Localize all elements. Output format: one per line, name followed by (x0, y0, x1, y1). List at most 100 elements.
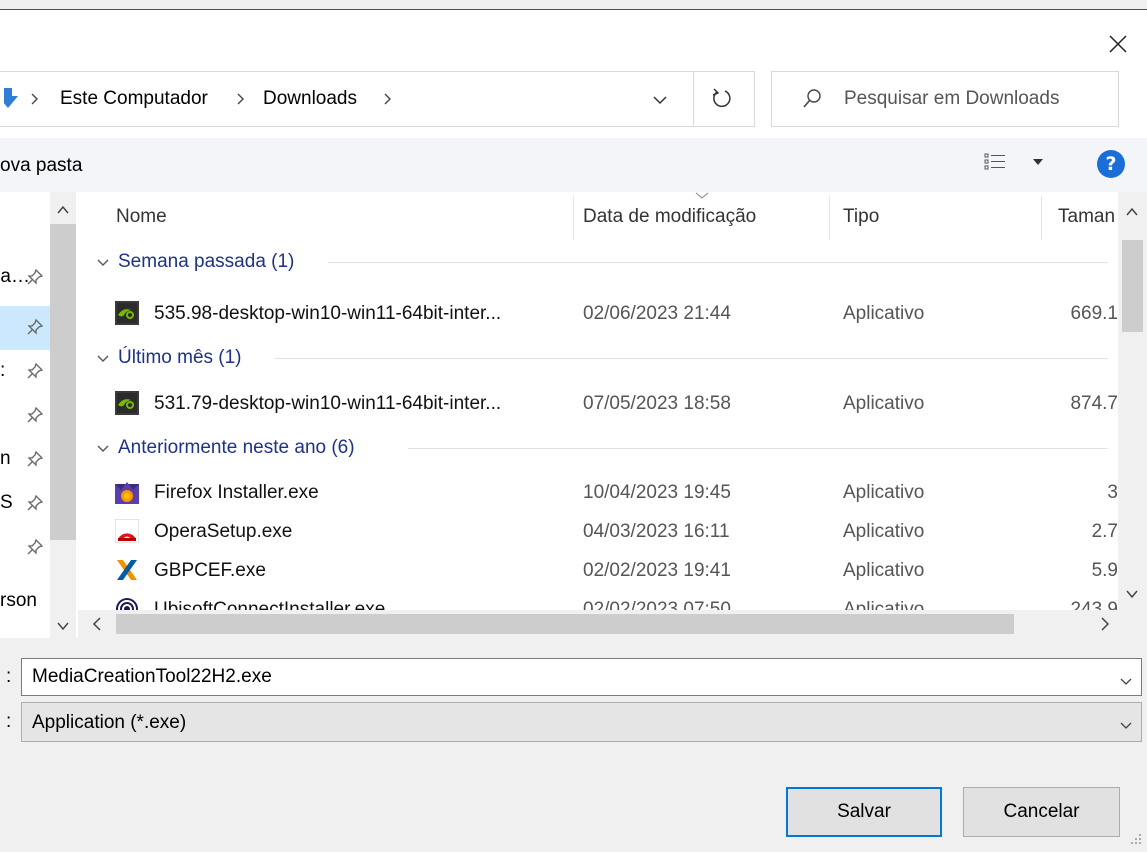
nav-item-label: rson (0, 590, 37, 611)
column-header-size[interactable]: Taman (1058, 206, 1118, 228)
view-details-icon (984, 153, 1005, 170)
download-arrow-icon (0, 88, 24, 114)
nav-item[interactable] (0, 394, 50, 438)
group-header-label: Anteriormente neste ano (6) (118, 437, 355, 458)
gbpcef-icon (115, 558, 139, 582)
breadcrumb-este-computador[interactable]: Este Computador (60, 88, 208, 110)
filename-label: : (6, 666, 12, 687)
nav-scrollbar-thumb[interactable] (50, 224, 76, 540)
search-box[interactable]: Pesquisar em Downloads (771, 71, 1119, 127)
nav-item[interactable]: S (0, 482, 50, 526)
file-date: 07/05/2023 18:58 (583, 393, 731, 414)
chevron-left-icon[interactable] (92, 616, 102, 635)
file-name: Firefox Installer.exe (154, 482, 319, 503)
chevron-down-icon[interactable] (651, 92, 669, 111)
filetype-label: : (6, 711, 12, 732)
search-placeholder: Pesquisar em Downloads (844, 88, 1060, 109)
group-header[interactable]: Semana passada (1) (96, 246, 294, 278)
nvidia-installer-icon (115, 391, 139, 415)
column-divider[interactable] (829, 196, 830, 240)
file-type: Aplicativo (843, 482, 925, 503)
sort-indicator-icon (695, 192, 709, 199)
chevron-down-icon (1119, 716, 1133, 735)
chevron-up-icon[interactable] (57, 200, 69, 219)
filetype-select[interactable]: Application (*.exe) (21, 702, 1142, 742)
refresh-icon[interactable] (710, 86, 734, 116)
chevron-right-icon[interactable] (236, 89, 246, 113)
file-size: 5.9 (1091, 560, 1118, 581)
file-type: Aplicativo (843, 303, 925, 324)
pin-icon (26, 538, 44, 562)
group-divider (274, 358, 1108, 359)
nav-item[interactable]: n (0, 438, 50, 482)
group-divider (408, 448, 1108, 449)
chevron-right-icon[interactable] (30, 89, 40, 113)
group-header-label: Semana passada (1) (118, 251, 295, 272)
column-header-name[interactable]: Nome (116, 206, 167, 228)
nav-item[interactable]: …ça (0, 256, 50, 300)
cancel-button[interactable]: Cancelar (963, 787, 1120, 837)
close-button[interactable] (1098, 26, 1138, 62)
file-list: Nome Data de modificação Tipo Taman Sema… (78, 192, 1147, 638)
table-row[interactable]: Firefox Installer.exe 10/04/2023 19:45 A… (78, 474, 1118, 512)
column-divider[interactable] (1041, 196, 1042, 240)
file-name: GBPCEF.exe (154, 560, 266, 581)
view-options-button[interactable] (984, 152, 1044, 172)
chevron-right-icon[interactable] (383, 89, 393, 113)
chevron-up-icon[interactable] (1126, 202, 1138, 221)
file-type: Aplicativo (843, 560, 925, 581)
nav-scrollbar[interactable] (50, 192, 76, 638)
pin-icon (26, 318, 44, 342)
nav-item[interactable] (0, 526, 50, 570)
file-date: 10/04/2023 19:45 (583, 482, 731, 503)
chevron-right-icon[interactable] (1100, 616, 1110, 635)
filename-field[interactable] (21, 658, 1142, 696)
caret-down-icon (1033, 159, 1043, 165)
toolbar: ova pasta ? (0, 138, 1147, 192)
chevron-down-icon (97, 445, 109, 452)
vertical-scrollbar-thumb[interactable] (1122, 240, 1143, 332)
pin-icon (26, 450, 44, 474)
address-bar[interactable]: Este Computador Downloads (0, 71, 755, 127)
file-list-horizontal-scrollbar[interactable] (78, 610, 1147, 638)
column-header-type[interactable]: Tipo (843, 206, 879, 228)
file-date: 02/06/2023 21:44 (583, 303, 731, 324)
file-name: 535.98-desktop-win10-win11-64bit-inter..… (154, 303, 502, 324)
file-size: 2.7 (1091, 521, 1118, 542)
group-header-label: Último mês (1) (118, 347, 242, 368)
chevron-down-icon[interactable] (1119, 672, 1133, 691)
nav-item[interactable]: rson (0, 580, 50, 624)
nvidia-installer-icon (115, 301, 139, 325)
file-date: 04/03/2023 16:11 (583, 521, 730, 542)
breadcrumb-downloads[interactable]: Downloads (263, 88, 357, 110)
save-button[interactable]: Salvar (786, 787, 942, 837)
chevron-down-icon[interactable] (1126, 584, 1138, 603)
help-button[interactable]: ? (1097, 150, 1125, 178)
pin-icon (26, 362, 44, 386)
group-header[interactable]: Último mês (1) (96, 342, 242, 374)
table-row[interactable]: 531.79-desktop-win10-win11-64bit-inter..… (78, 385, 1118, 423)
chevron-down-icon (97, 355, 109, 362)
title-bar (0, 10, 1147, 60)
group-header[interactable]: Anteriormente neste ano (6) (96, 432, 355, 464)
column-divider[interactable] (573, 196, 574, 240)
file-size: 3 (1107, 482, 1118, 503)
nav-item[interactable]: : (0, 350, 50, 394)
chevron-down-icon (97, 259, 109, 266)
table-row[interactable]: OperaSetup.exe 04/03/2023 16:11 Aplicati… (78, 513, 1118, 551)
resize-grip-icon[interactable] (1127, 832, 1143, 848)
table-row[interactable]: 535.98-desktop-win10-win11-64bit-inter..… (78, 295, 1118, 333)
table-row[interactable]: GBPCEF.exe 02/02/2023 19:41 Aplicativo 5… (78, 552, 1118, 590)
file-size: 669.1 (1070, 303, 1118, 324)
horizontal-scrollbar-thumb[interactable] (116, 614, 1014, 634)
firefox-installer-icon (115, 480, 139, 504)
column-header-date[interactable]: Data de modificação (583, 206, 756, 228)
file-list-vertical-scrollbar[interactable] (1118, 192, 1147, 610)
chevron-down-icon[interactable] (57, 616, 69, 635)
group-divider (328, 262, 1108, 263)
filetype-value: Application (*.exe) (32, 712, 187, 733)
filename-input[interactable] (22, 659, 1102, 695)
new-folder-button[interactable]: ova pasta (0, 155, 82, 177)
file-name: 531.79-desktop-win10-win11-64bit-inter..… (154, 393, 502, 414)
nav-item[interactable] (0, 306, 50, 350)
